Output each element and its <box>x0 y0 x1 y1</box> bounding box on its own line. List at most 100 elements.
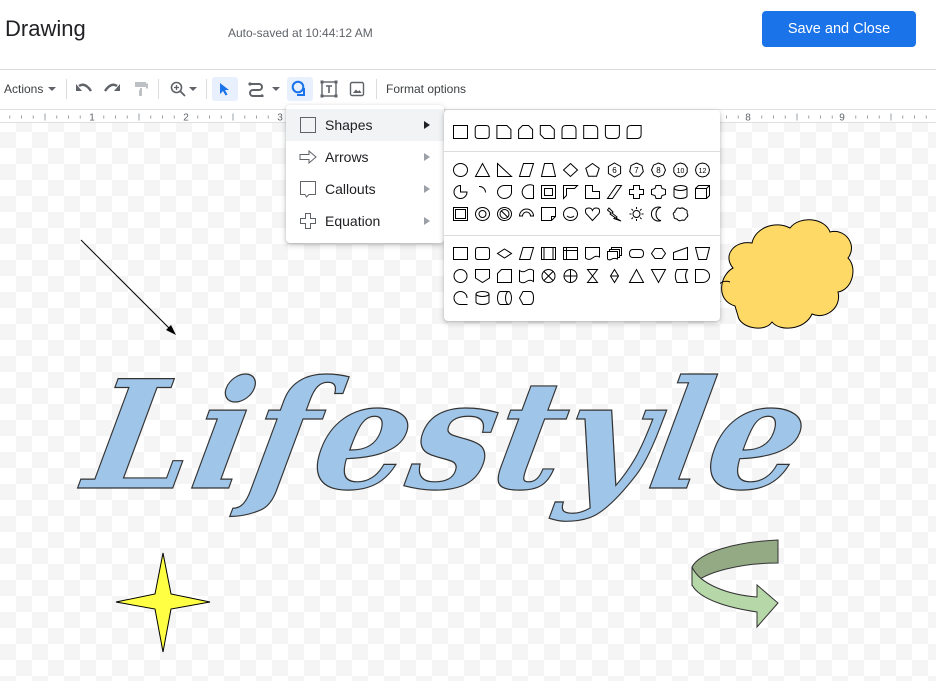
extract-shape-icon[interactable] <box>628 268 645 283</box>
menu-item-arrows[interactable]: Arrows <box>286 141 444 173</box>
sequential-access-storage-shape-icon[interactable] <box>453 291 468 305</box>
chord-shape-icon[interactable] <box>521 184 534 199</box>
delay-shape-icon[interactable] <box>695 269 710 283</box>
pie-shape-icon[interactable] <box>453 184 468 199</box>
process-shape-icon[interactable] <box>453 247 468 260</box>
diagonal-stripe-shape-icon[interactable] <box>606 185 623 199</box>
select-tool-button[interactable] <box>212 77 238 101</box>
header-bar: Drawing Auto-saved at 10:44:12 AM Save a… <box>0 0 936 70</box>
off-page-connector-shape-icon[interactable] <box>475 269 490 284</box>
moon-shape-icon[interactable] <box>650 206 662 222</box>
right-triangle-shape-icon[interactable] <box>497 162 513 177</box>
line-arrow[interactable] <box>80 239 176 335</box>
display-shape-icon[interactable] <box>518 291 535 305</box>
can-shape-icon[interactable] <box>673 185 688 199</box>
diamond-shape-icon[interactable] <box>562 162 579 178</box>
l-shape-shape-icon[interactable] <box>585 185 600 199</box>
merge-shape-icon[interactable] <box>650 269 667 284</box>
format-options-button[interactable]: Format options <box>386 77 466 101</box>
data-shape-icon[interactable] <box>518 247 535 260</box>
ruler-label: 2 <box>183 113 189 124</box>
sun-shape-icon[interactable] <box>629 207 644 221</box>
frame-shape-icon[interactable] <box>541 185 556 199</box>
text-box-button[interactable] <box>318 77 340 101</box>
card-shape-icon[interactable] <box>497 269 512 283</box>
undo-button[interactable] <box>74 77 94 101</box>
paint-format-button[interactable] <box>132 77 150 101</box>
rounded-rectangle-shape-icon[interactable] <box>474 125 490 139</box>
teardrop-shape-icon[interactable] <box>497 185 512 199</box>
magnetic-disk-shape-icon[interactable] <box>475 291 490 305</box>
round-single-corner-rectangle-shape-icon[interactable] <box>561 125 577 139</box>
line-icon <box>248 82 264 97</box>
sort-shape-icon[interactable] <box>609 268 620 284</box>
collate-shape-icon[interactable] <box>586 269 599 283</box>
dodecagon-shape-icon[interactable]: 12 <box>694 162 711 178</box>
snip-single-corner-rectangle-shape-icon[interactable] <box>496 125 512 139</box>
menu-item-shapes[interactable]: Shapes <box>286 109 444 141</box>
menu-item-equation[interactable]: Equation <box>286 205 444 237</box>
submenu-arrow-icon <box>424 121 430 129</box>
line-tool-button[interactable] <box>244 77 284 101</box>
heptagon-shape-icon[interactable]: 7 <box>629 162 644 177</box>
multidocument-shape-icon[interactable] <box>607 247 622 261</box>
manual-input-shape-icon[interactable] <box>673 246 688 260</box>
decision-shape-icon[interactable] <box>496 248 513 259</box>
alternate-process-shape-icon[interactable] <box>475 247 490 260</box>
half-frame-shape-icon[interactable] <box>563 185 579 200</box>
summing-junction-shape-icon[interactable] <box>541 269 556 283</box>
round-same-side-corner-rectangle-alt-shape-icon[interactable] <box>583 125 599 139</box>
terminator-shape-icon[interactable] <box>628 249 645 258</box>
menu-item-callouts[interactable]: Callouts <box>286 173 444 205</box>
snip-diagonal-corner-rectangle-shape-icon[interactable] <box>539 125 555 139</box>
connector-shape-icon[interactable] <box>453 269 468 283</box>
predefined-process-shape-icon[interactable] <box>541 247 556 260</box>
round-same-side-corner-rectangle-shape-icon[interactable] <box>604 125 620 139</box>
round-diagonal-corner-rectangle-shape-icon[interactable] <box>626 125 642 139</box>
parallelogram-shape-icon[interactable] <box>518 163 535 177</box>
actions-label: Actions <box>4 82 44 96</box>
octagon-shape-icon[interactable]: 8 <box>650 162 667 178</box>
or-shape-icon[interactable] <box>563 269 578 283</box>
donut-shape-icon[interactable] <box>474 207 491 221</box>
bevel-shape-icon[interactable] <box>453 207 468 221</box>
snip-same-side-corner-rectangle-shape-icon[interactable] <box>518 125 534 139</box>
heart-shape-icon[interactable] <box>584 207 601 222</box>
curved-arrow[interactable] <box>691 539 779 629</box>
stored-data-shape-icon[interactable] <box>674 269 689 283</box>
save-and-close-button[interactable]: Save and Close <box>762 11 916 47</box>
cloud-shape[interactable] <box>715 219 854 329</box>
ellipse-shape-icon[interactable] <box>453 163 468 177</box>
zoom-icon <box>170 81 186 97</box>
folded-corner-shape-icon[interactable] <box>541 207 556 221</box>
shape-tool-button[interactable] <box>287 77 313 101</box>
wordart-lifestyle[interactable]: Lifestyle <box>70 346 822 524</box>
arc-shape-icon[interactable] <box>478 186 487 193</box>
hexagon-shape-icon[interactable]: 6 <box>607 162 622 178</box>
zoom-button[interactable] <box>166 77 200 101</box>
block-arc-shape-icon[interactable] <box>518 208 535 217</box>
document-shape-icon[interactable] <box>585 247 600 260</box>
decagon-shape-icon[interactable]: 10 <box>673 162 688 178</box>
preparation-shape-icon[interactable] <box>650 248 667 259</box>
four-point-star[interactable] <box>115 552 211 653</box>
shapes-submenu: 6 7 8 10 12 <box>444 110 720 321</box>
cross-octagon-shape-icon[interactable] <box>651 185 666 199</box>
redo-button[interactable] <box>102 77 122 101</box>
no-symbol-shape-icon[interactable] <box>496 207 513 221</box>
triangle-shape-icon[interactable] <box>474 162 491 177</box>
cube-shape-icon[interactable] <box>695 185 710 199</box>
internal-storage-shape-icon[interactable] <box>563 247 578 260</box>
actions-menu-button[interactable]: Actions <box>4 77 57 101</box>
plus-shape-icon[interactable] <box>629 185 644 199</box>
rectangle-shape-icon[interactable] <box>453 125 468 139</box>
cloud-shape-icon[interactable] <box>672 207 689 222</box>
lightning-bolt-shape-icon[interactable] <box>606 207 622 222</box>
smiley-face-shape-icon[interactable] <box>562 207 579 221</box>
punched-tape-shape-icon[interactable] <box>519 268 534 284</box>
pentagon-shape-icon[interactable] <box>585 162 600 177</box>
manual-operation-shape-icon[interactable] <box>694 247 711 260</box>
direct-access-storage-shape-icon[interactable] <box>497 291 512 305</box>
trapezoid-shape-icon[interactable] <box>540 163 557 177</box>
image-button[interactable] <box>346 77 368 101</box>
